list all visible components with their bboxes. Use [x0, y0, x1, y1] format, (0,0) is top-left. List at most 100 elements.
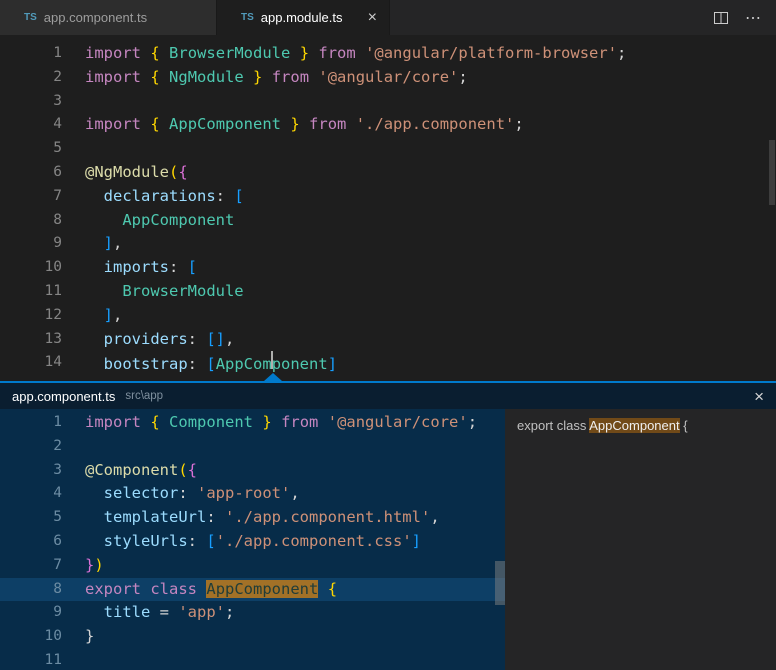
code-token — [346, 115, 355, 133]
code-text: title = 'app'; — [62, 601, 234, 625]
code-token: : — [188, 355, 207, 373]
code-line-4[interactable]: 4 selector: 'app-root', — [0, 482, 505, 506]
code-line-9[interactable]: 9 title = 'app'; — [0, 601, 505, 625]
code-token: from — [281, 413, 318, 431]
code-token — [160, 68, 169, 86]
code-token — [281, 115, 290, 133]
code-token: , — [290, 484, 299, 502]
code-line-10[interactable]: 10 imports: [ — [0, 256, 776, 280]
code-token: ] — [104, 306, 113, 324]
code-text: ], — [62, 232, 122, 256]
code-line-11[interactable]: 11 — [0, 649, 505, 670]
code-token: '@angular/core' — [328, 413, 468, 431]
code-token: , — [430, 508, 439, 526]
code-token — [85, 258, 104, 276]
line-number: 6 — [0, 530, 62, 554]
code-token: , — [113, 234, 122, 252]
code-token: providers — [104, 330, 188, 348]
line-number: 12 — [0, 304, 62, 328]
code-text: import { BrowserModule } from '@angular/… — [62, 42, 626, 66]
code-token: ; — [458, 68, 467, 86]
close-tab-icon[interactable]: × — [368, 10, 377, 26]
more-actions-icon[interactable]: ⋯ — [745, 8, 762, 28]
code-line-1[interactable]: 1import { Component } from '@angular/cor… — [0, 411, 505, 435]
split-editor-icon[interactable] — [713, 10, 729, 26]
code-token: , — [113, 306, 122, 324]
peek-editor-app-component[interactable]: 1import { Component } from '@angular/cor… — [0, 409, 505, 670]
code-line-9[interactable]: 9 ], — [0, 232, 776, 256]
code-line-12[interactable]: 12 ], — [0, 304, 776, 328]
code-line-7[interactable]: 7 declarations: [ — [0, 185, 776, 209]
tab-app-component-ts[interactable]: TS app.component.ts — [0, 0, 217, 35]
peek-scrollbar-thumb[interactable] — [495, 561, 505, 605]
line-number: 10 — [0, 256, 62, 280]
code-token — [290, 44, 299, 62]
code-token — [85, 508, 104, 526]
code-line-1[interactable]: 1import { BrowserModule } from '@angular… — [0, 42, 776, 66]
result-text-pre: export class — [517, 418, 589, 433]
code-line-10[interactable]: 10} — [0, 625, 505, 649]
code-token: BrowserModule — [122, 282, 243, 300]
line-number: 6 — [0, 161, 62, 185]
editor-scrollbar-thumb[interactable] — [769, 140, 775, 205]
peek-result-item[interactable]: export class AppComponent { — [505, 413, 776, 438]
code-token — [85, 330, 104, 348]
code-token — [356, 44, 365, 62]
code-line-4[interactable]: 4import { AppComponent } from './app.com… — [0, 113, 776, 137]
code-token: selector — [104, 484, 179, 502]
code-token — [85, 282, 122, 300]
code-token: } — [85, 627, 94, 645]
code-token: './app.component' — [356, 115, 515, 133]
code-token: title — [104, 603, 151, 621]
peek-close-icon[interactable]: × — [754, 388, 764, 405]
code-line-3[interactable]: 3@Component({ — [0, 459, 505, 483]
code-line-8[interactable]: 8export class AppComponent { — [0, 578, 505, 602]
code-text — [62, 90, 85, 114]
code-token: : — [178, 484, 197, 502]
code-line-11[interactable]: 11 BrowserModule — [0, 280, 776, 304]
code-token: , — [225, 330, 234, 348]
code-token: import — [85, 44, 141, 62]
tab-app-module-ts[interactable]: TS app.module.ts × — [217, 0, 390, 35]
code-line-3[interactable]: 3 — [0, 90, 776, 114]
code-line-2[interactable]: 2 — [0, 435, 505, 459]
code-token: ; — [514, 115, 523, 133]
code-token: export — [85, 580, 141, 598]
peek-results-list: export class AppComponent { — [505, 409, 776, 670]
code-line-7[interactable]: 7}) — [0, 554, 505, 578]
code-token — [85, 306, 104, 324]
typescript-file-icon: TS — [241, 12, 254, 23]
code-line-8[interactable]: 8 AppComponent — [0, 209, 776, 233]
code-token: from — [272, 68, 309, 86]
code-line-5[interactable]: 5 templateUrl: './app.component.html', — [0, 506, 505, 530]
code-line-6[interactable]: 6@NgModule({ — [0, 161, 776, 185]
code-line-2[interactable]: 2import { NgModule } from '@angular/core… — [0, 66, 776, 90]
code-line-13[interactable]: 13 providers: [], — [0, 328, 776, 352]
code-text: selector: 'app-root', — [62, 482, 300, 506]
code-line-5[interactable]: 5 — [0, 137, 776, 161]
code-line-6[interactable]: 6 styleUrls: ['./app.component.css'] — [0, 530, 505, 554]
code-token: = — [150, 603, 178, 621]
code-token — [318, 580, 327, 598]
line-number: 4 — [0, 482, 62, 506]
peek-anchor-arrow — [264, 373, 282, 381]
peek-definition-view: app.component.ts src\app × 1import { Com… — [0, 381, 776, 670]
editor-app-module[interactable]: 1import { BrowserModule } from '@angular… — [0, 35, 776, 381]
code-token — [141, 44, 150, 62]
vscode-window: TS app.component.ts TS app.module.ts × ⋯… — [0, 0, 776, 670]
code-token — [85, 484, 104, 502]
code-token: [ — [188, 258, 197, 276]
code-token: '@angular/platform-browser' — [365, 44, 617, 62]
code-token — [318, 413, 327, 431]
code-token: ; — [225, 603, 234, 621]
match-highlight: AppComponent — [206, 580, 318, 598]
code-token — [253, 413, 262, 431]
code-line-14[interactable]: 14 bootstrap: [AppComponent] — [0, 351, 776, 375]
code-text: import { AppComponent } from './app.comp… — [62, 113, 524, 137]
code-token: : — [216, 187, 235, 205]
code-token: : — [206, 508, 225, 526]
code-token — [160, 115, 169, 133]
code-token: [ — [234, 187, 243, 205]
line-number: 2 — [0, 435, 62, 459]
code-token: : — [188, 532, 207, 550]
